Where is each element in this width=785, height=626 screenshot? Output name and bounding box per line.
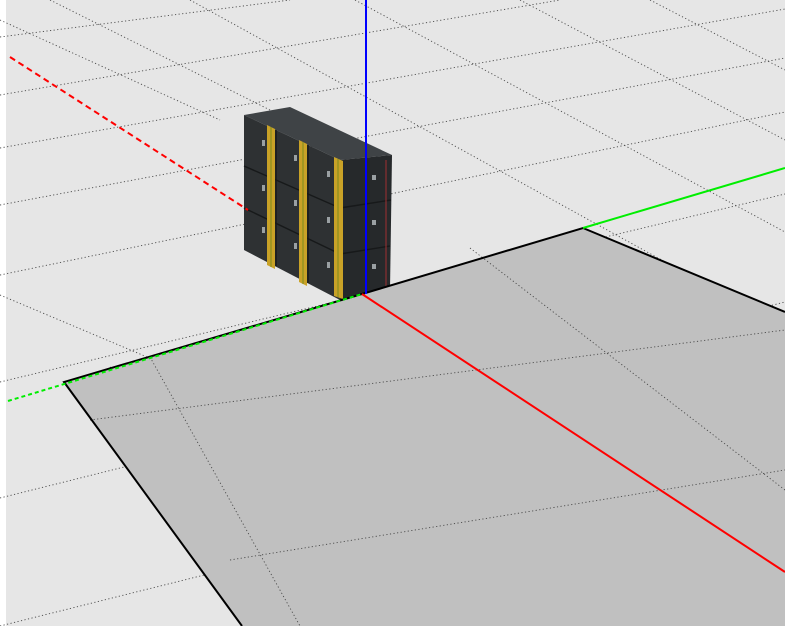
scene-canvas[interactable] xyxy=(0,0,785,626)
3d-viewport[interactable] xyxy=(0,0,785,626)
